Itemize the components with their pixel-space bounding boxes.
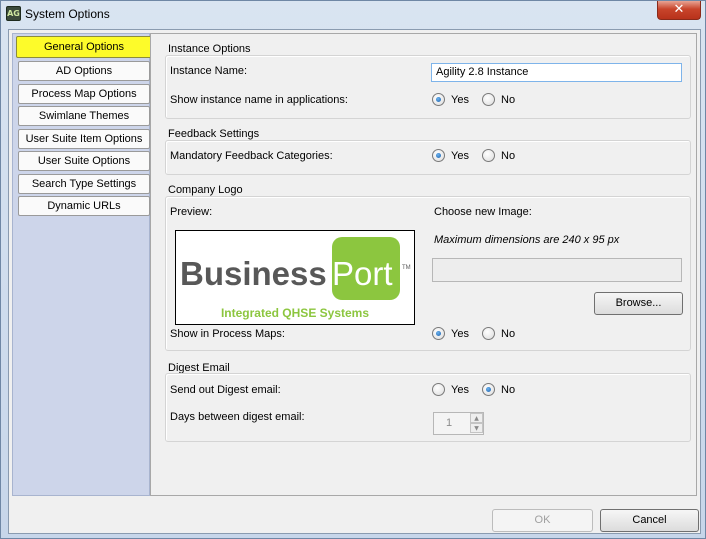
- mandatory-feedback-no-radio[interactable]: [482, 149, 495, 162]
- show-instance-no-radio[interactable]: [482, 93, 495, 106]
- company-logo-title: Company Logo: [168, 184, 243, 196]
- app-icon: AG: [6, 6, 21, 21]
- instance-name-input[interactable]: Agility 2.8 Instance: [431, 63, 682, 82]
- nav-item-user-suite-options[interactable]: User Suite Options: [18, 151, 150, 171]
- close-button[interactable]: ✕: [657, 1, 701, 20]
- logo-preview-label: Preview:: [170, 206, 213, 218]
- show-logo-no-radio[interactable]: [482, 327, 495, 340]
- show-instance-yes-label: Yes: [451, 94, 469, 106]
- logo-tagline: Integrated QHSE Systems: [221, 306, 369, 320]
- logo-word-business: Business: [180, 255, 327, 292]
- feedback-settings-title: Feedback Settings: [168, 128, 260, 140]
- show-logo-no-label: No: [501, 328, 516, 340]
- max-dimensions-note: Maximum dimensions are 240 x 95 px: [434, 234, 620, 246]
- logo-preview-image: Business Port TM Integrated QHSE Systems: [175, 230, 415, 325]
- show-logo-yes-radio[interactable]: [432, 327, 445, 340]
- choose-image-label: Choose new Image:: [434, 206, 532, 218]
- send-digest-yes-label: Yes: [451, 384, 469, 396]
- ok-button[interactable]: OK: [492, 509, 593, 532]
- digest-days-spinner[interactable]: 1 ▲ ▼: [433, 412, 484, 435]
- logo-word-port: Port: [332, 255, 393, 292]
- system-options-window: AG System Options ✕ General Options AD O…: [0, 0, 706, 539]
- nav-item-user-suite-item-options[interactable]: User Suite Item Options: [18, 129, 150, 149]
- businessport-logo: Business Port TM Integrated QHSE Systems: [180, 237, 411, 320]
- nav-item-dynamic-urls[interactable]: Dynamic URLs: [18, 196, 150, 216]
- browse-button[interactable]: Browse...: [594, 292, 683, 315]
- window-title: System Options: [25, 7, 110, 21]
- mandatory-feedback-no-label: No: [501, 150, 516, 162]
- spin-down-icon[interactable]: ▼: [470, 423, 483, 433]
- mandatory-feedback-yes-label: Yes: [451, 150, 469, 162]
- show-logo-yes-label: Yes: [451, 328, 469, 340]
- digest-days-value: 1: [446, 417, 453, 429]
- mandatory-feedback-label: Mandatory Feedback Categories:: [170, 150, 333, 162]
- spin-up-icon[interactable]: ▲: [470, 413, 483, 423]
- nav-item-swimlane-themes[interactable]: Swimlane Themes: [18, 106, 150, 126]
- options-nav: General Options AD Options Process Map O…: [12, 33, 152, 496]
- nav-item-search-type-settings[interactable]: Search Type Settings: [18, 174, 150, 194]
- show-instance-yes-radio[interactable]: [432, 93, 445, 106]
- send-digest-label: Send out Digest email:: [170, 384, 281, 396]
- days-between-digest-label: Days between digest email:: [170, 411, 305, 423]
- logo-file-path-input[interactable]: [432, 258, 682, 282]
- show-instance-no-label: No: [501, 94, 516, 106]
- dialog-body: General Options AD Options Process Map O…: [8, 29, 701, 534]
- send-digest-no-label: No: [501, 384, 516, 396]
- title-bar[interactable]: AG System Options ✕: [1, 1, 705, 27]
- general-options-panel: Instance Options Instance Name: Agility …: [150, 33, 697, 496]
- show-in-process-maps-label: Show in Process Maps:: [170, 328, 285, 340]
- instance-options-title: Instance Options: [168, 43, 251, 55]
- logo-trademark: TM: [402, 265, 411, 271]
- nav-item-general-options[interactable]: General Options: [16, 36, 152, 58]
- nav-item-ad-options[interactable]: AD Options: [18, 61, 150, 81]
- show-instance-name-label: Show instance name in applications:: [170, 94, 348, 106]
- send-digest-yes-radio[interactable]: [432, 383, 445, 396]
- instance-name-label: Instance Name:: [170, 65, 248, 77]
- send-digest-no-radio[interactable]: [482, 383, 495, 396]
- cancel-button[interactable]: Cancel: [600, 509, 699, 532]
- nav-item-process-map-options[interactable]: Process Map Options: [18, 84, 150, 104]
- mandatory-feedback-yes-radio[interactable]: [432, 149, 445, 162]
